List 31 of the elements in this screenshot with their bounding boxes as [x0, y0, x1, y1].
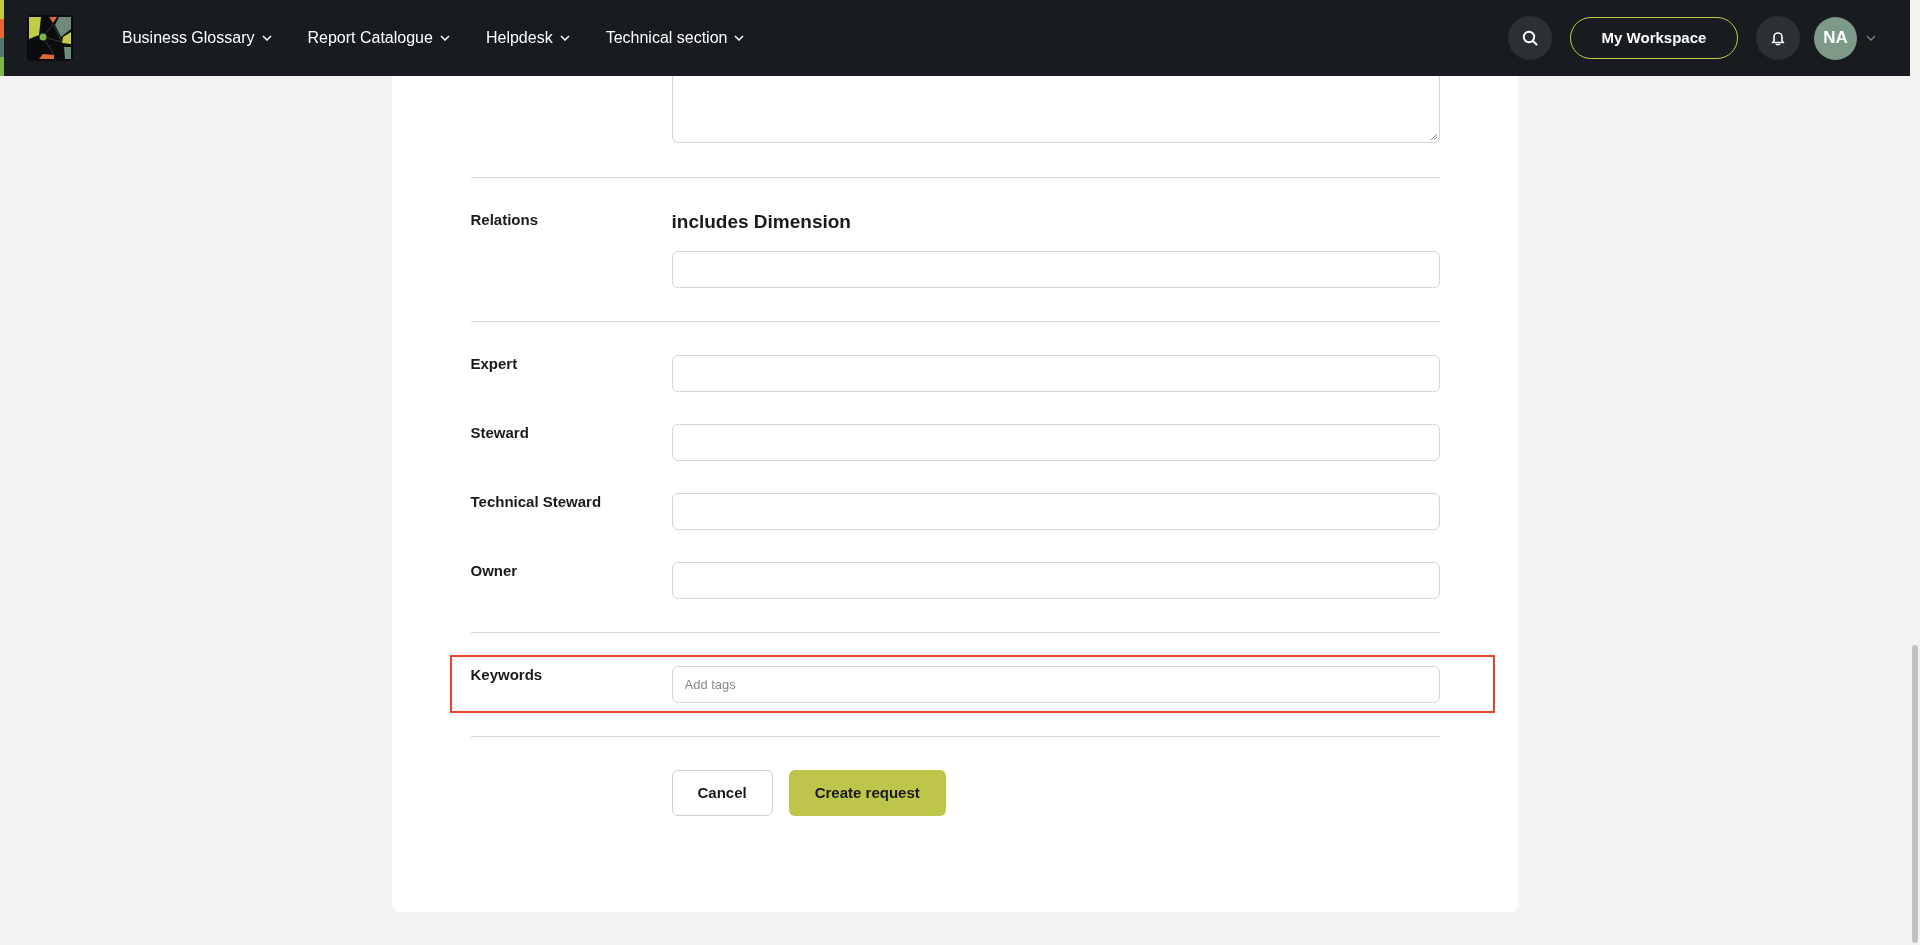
field-label: Owner [470, 562, 518, 579]
cancel-button[interactable]: Cancel [671, 770, 773, 816]
bell-icon [1771, 30, 1785, 46]
chevron-down-icon [261, 35, 272, 41]
chevron-down-icon [734, 35, 745, 41]
create-request-button[interactable]: Create request [788, 770, 946, 816]
search-icon [1522, 30, 1538, 46]
field-label: Keywords [470, 666, 543, 683]
scrollbar-thumb[interactable] [1912, 645, 1918, 943]
resize-handle-icon[interactable] [1429, 133, 1437, 140]
notifications-button[interactable] [1756, 16, 1800, 60]
field-label: Steward [470, 424, 529, 441]
nav-menu-item[interactable]: Technical section [605, 28, 745, 48]
nav-menu-item[interactable]: Report Catalogue [307, 28, 450, 48]
relation-heading: includes Dimension [671, 211, 851, 233]
tags-input[interactable]: Add tags [671, 666, 1440, 703]
search-button[interactable] [1508, 16, 1552, 60]
relation-input[interactable] [671, 251, 1440, 288]
app-logo[interactable] [27, 15, 73, 61]
field-label: Relations [470, 211, 538, 228]
nav-menu-item[interactable]: Helpdesk [485, 28, 570, 48]
field-label: Expert [470, 355, 518, 372]
chevron-down-icon [559, 35, 570, 41]
text-input[interactable] [671, 493, 1440, 530]
chevron-down-icon[interactable] [1866, 35, 1876, 41]
text-input[interactable] [671, 562, 1440, 599]
text-input[interactable] [671, 424, 1440, 461]
chevron-down-icon [439, 35, 450, 41]
nav-menu-item[interactable]: Business Glossary [122, 28, 272, 48]
text-input[interactable] [671, 355, 1440, 392]
field-label: Technical Steward [470, 493, 602, 510]
